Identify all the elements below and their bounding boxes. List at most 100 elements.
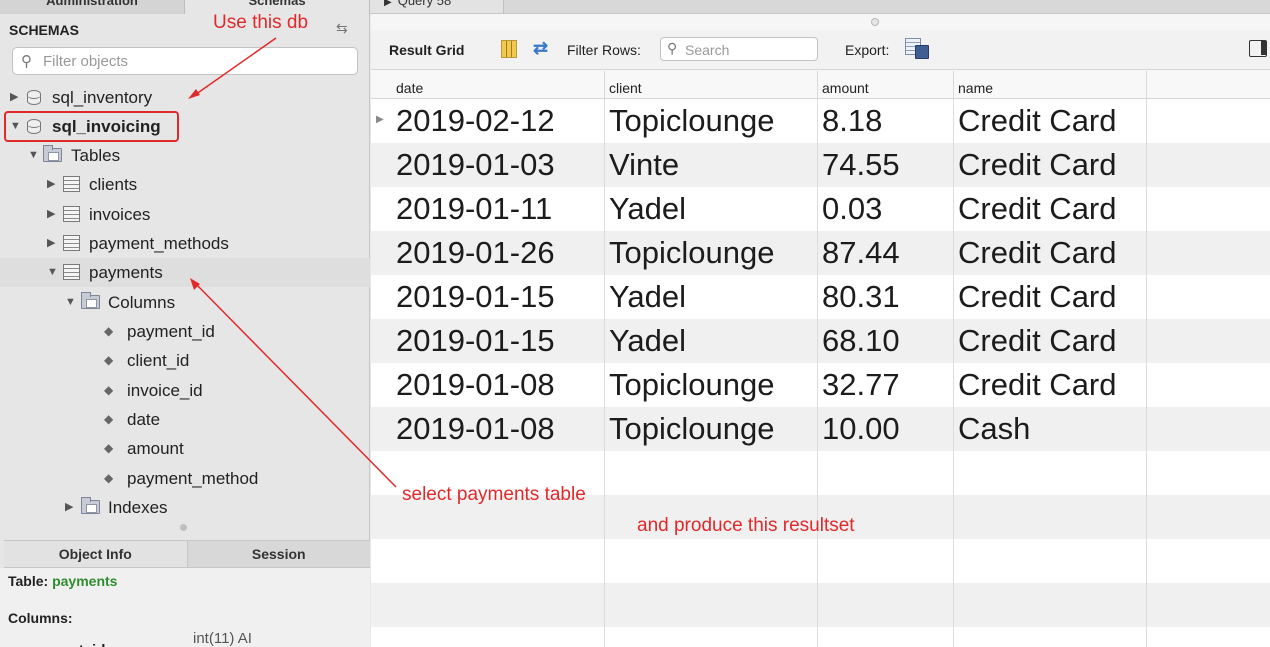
query-tab-strip: ▶ Query 58 xyxy=(370,0,1270,14)
table-name: payments xyxy=(52,573,118,589)
table-row[interactable]: 2019-01-11 Yadel 0.03 Credit Card xyxy=(371,187,1270,231)
filter-objects-input[interactable] xyxy=(43,52,343,70)
column-header-amount[interactable]: amount xyxy=(818,71,954,99)
table-cell-amount[interactable]: 8.18 xyxy=(818,99,954,143)
tree-item-indexes[interactable]: ▶ Indexes xyxy=(0,493,370,522)
toggle-side-panel-icon[interactable] xyxy=(1249,40,1267,57)
tree-item-payment-methods[interactable]: ▶ payment_methods xyxy=(0,229,370,258)
result-grid: date client amount name ▶ 2019-02-12 Topic… xyxy=(371,71,1270,647)
tree-item-payments[interactable]: ▼ payments xyxy=(0,258,370,287)
table-cell-name[interactable]: Credit Card xyxy=(954,99,1147,143)
collapse-arrow-icon[interactable]: ▼ xyxy=(28,141,39,170)
table-cell-date[interactable]: 2019-01-08 xyxy=(392,407,605,451)
tab-administration[interactable]: Administration xyxy=(0,0,185,14)
tab-query[interactable]: ▶ Query 58 xyxy=(370,0,504,13)
tree-item-label: payments xyxy=(89,263,163,282)
table-icon xyxy=(63,176,80,192)
collapse-arrow-icon[interactable]: ▼ xyxy=(47,258,58,287)
schema-navigator: SCHEMAS ⇆ ⚲ ▶ sql_inventory ▼ sql_invoic… xyxy=(0,14,370,647)
empty-row xyxy=(371,583,1270,627)
tab-object-info[interactable]: Object Info xyxy=(4,541,188,567)
column-diamond-icon: ◆ xyxy=(104,471,114,485)
column-header-date[interactable]: date xyxy=(392,71,605,99)
tree-item-columns[interactable]: ▼ Columns xyxy=(0,288,370,317)
filter-objects-box[interactable]: ⚲ xyxy=(12,47,358,75)
export-icon[interactable] xyxy=(905,38,930,59)
tree-item-column[interactable]: ◆ client_id xyxy=(0,346,370,375)
tree-item-clients[interactable]: ▶ clients xyxy=(0,170,370,199)
table-cell-client[interactable]: Yadel xyxy=(605,187,818,231)
panel-splitter-handle[interactable] xyxy=(180,524,187,531)
indexes-folder-icon xyxy=(81,497,100,514)
table-cell-date[interactable]: 2019-01-08 xyxy=(392,363,605,407)
tree-item-column[interactable]: ◆ amount xyxy=(0,434,370,463)
object-info-panel: Table: payments Columns: int(11) AI paym… xyxy=(0,568,370,647)
expand-arrow-icon[interactable]: ▶ xyxy=(65,493,73,522)
empty-cell xyxy=(605,583,818,627)
table-cell-date[interactable]: 2019-02-12 xyxy=(392,99,605,143)
expand-arrow-icon[interactable]: ▶ xyxy=(10,83,18,112)
table-cell-name[interactable]: Credit Card xyxy=(954,319,1147,363)
table-cell-date[interactable]: 2019-01-15 xyxy=(392,275,605,319)
empty-cell xyxy=(818,539,954,583)
column-header-client[interactable]: client xyxy=(605,71,818,99)
table-row[interactable]: 2019-01-15 Yadel 80.31 Credit Card xyxy=(371,275,1270,319)
query-tab-label: Query 58 xyxy=(397,0,452,8)
table-cell-amount[interactable]: 68.10 xyxy=(818,319,954,363)
tree-item-column[interactable]: ◆ payment_id xyxy=(0,317,370,346)
table-cell-date[interactable]: 2019-01-26 xyxy=(392,231,605,275)
table-cell-client[interactable]: Vinte xyxy=(605,143,818,187)
expand-arrow-icon[interactable]: ▶ xyxy=(47,170,55,199)
table-cell-amount[interactable]: 80.31 xyxy=(818,275,954,319)
table-row[interactable]: 2019-01-03 Vinte 74.55 Credit Card xyxy=(371,143,1270,187)
table-cell-name[interactable]: Credit Card xyxy=(954,143,1147,187)
filter-rows-box[interactable]: ⚲ xyxy=(660,37,818,61)
tree-item-tables[interactable]: ▼ Tables xyxy=(0,141,370,170)
table-cell-date[interactable]: 2019-01-03 xyxy=(392,143,605,187)
tree-item-column[interactable]: ◆ date xyxy=(0,405,370,434)
table-cell-client[interactable]: Topiclounge xyxy=(605,231,818,275)
database-icon xyxy=(26,90,41,105)
tree-item-column[interactable]: ◆ payment_method xyxy=(0,464,370,493)
empty-row xyxy=(371,627,1270,647)
filter-rows-input[interactable] xyxy=(685,41,813,58)
table-cell-name[interactable]: Credit Card xyxy=(954,187,1147,231)
table-row[interactable]: ▶ 2019-02-12 Topiclounge 8.18 Credit Card xyxy=(371,99,1270,143)
empty-cell xyxy=(954,451,1147,495)
column-header-name[interactable]: name xyxy=(954,71,1147,99)
table-cell-client[interactable]: Topiclounge xyxy=(605,99,818,143)
table-cell-name[interactable]: Credit Card xyxy=(954,363,1147,407)
empty-cell xyxy=(605,539,818,583)
table-cell-name[interactable]: Cash xyxy=(954,407,1147,451)
table-icon xyxy=(63,235,80,251)
expand-arrow-icon[interactable]: ▶ xyxy=(47,200,55,229)
table-cell-client[interactable]: Topiclounge xyxy=(605,363,818,407)
table-cell-date[interactable]: 2019-01-15 xyxy=(392,319,605,363)
expand-arrow-icon[interactable]: ▶ xyxy=(47,229,55,258)
table-cell-amount[interactable]: 0.03 xyxy=(818,187,954,231)
table-row[interactable]: 2019-01-08 Topiclounge 10.00 Cash xyxy=(371,407,1270,451)
tree-item-column[interactable]: ◆ invoice_id xyxy=(0,376,370,405)
form-editor-icon[interactable]: ⇄ xyxy=(533,38,548,59)
tab-session[interactable]: Session xyxy=(188,541,371,567)
editor-splitter-handle[interactable] xyxy=(871,18,879,26)
grid-view-icon[interactable] xyxy=(501,40,517,58)
table-cell-date[interactable]: 2019-01-11 xyxy=(392,187,605,231)
table-cell-amount[interactable]: 87.44 xyxy=(818,231,954,275)
table-row[interactable]: 2019-01-15 Yadel 68.10 Credit Card xyxy=(371,319,1270,363)
table-cell-client[interactable]: Topiclounge xyxy=(605,407,818,451)
table-cell-amount[interactable]: 10.00 xyxy=(818,407,954,451)
table-cell-name[interactable]: Credit Card xyxy=(954,231,1147,275)
table-row[interactable]: 2019-01-26 Topiclounge 87.44 Credit Card xyxy=(371,231,1270,275)
table-cell-amount[interactable]: 32.77 xyxy=(818,363,954,407)
table-cell-client[interactable]: Yadel xyxy=(605,319,818,363)
table-cell-client[interactable]: Yadel xyxy=(605,275,818,319)
tree-item-invoices[interactable]: ▶ invoices xyxy=(0,200,370,229)
refresh-icon[interactable]: ⇆ xyxy=(336,20,348,37)
table-row[interactable]: 2019-01-08 Topiclounge 32.77 Credit Card xyxy=(371,363,1270,407)
table-cell-name[interactable]: Credit Card xyxy=(954,275,1147,319)
table-cell-amount[interactable]: 74.55 xyxy=(818,143,954,187)
tree-item-sql-inventory[interactable]: ▶ sql_inventory xyxy=(0,83,370,112)
collapse-arrow-icon[interactable]: ▼ xyxy=(65,288,76,317)
search-icon: ⚲ xyxy=(21,53,32,70)
